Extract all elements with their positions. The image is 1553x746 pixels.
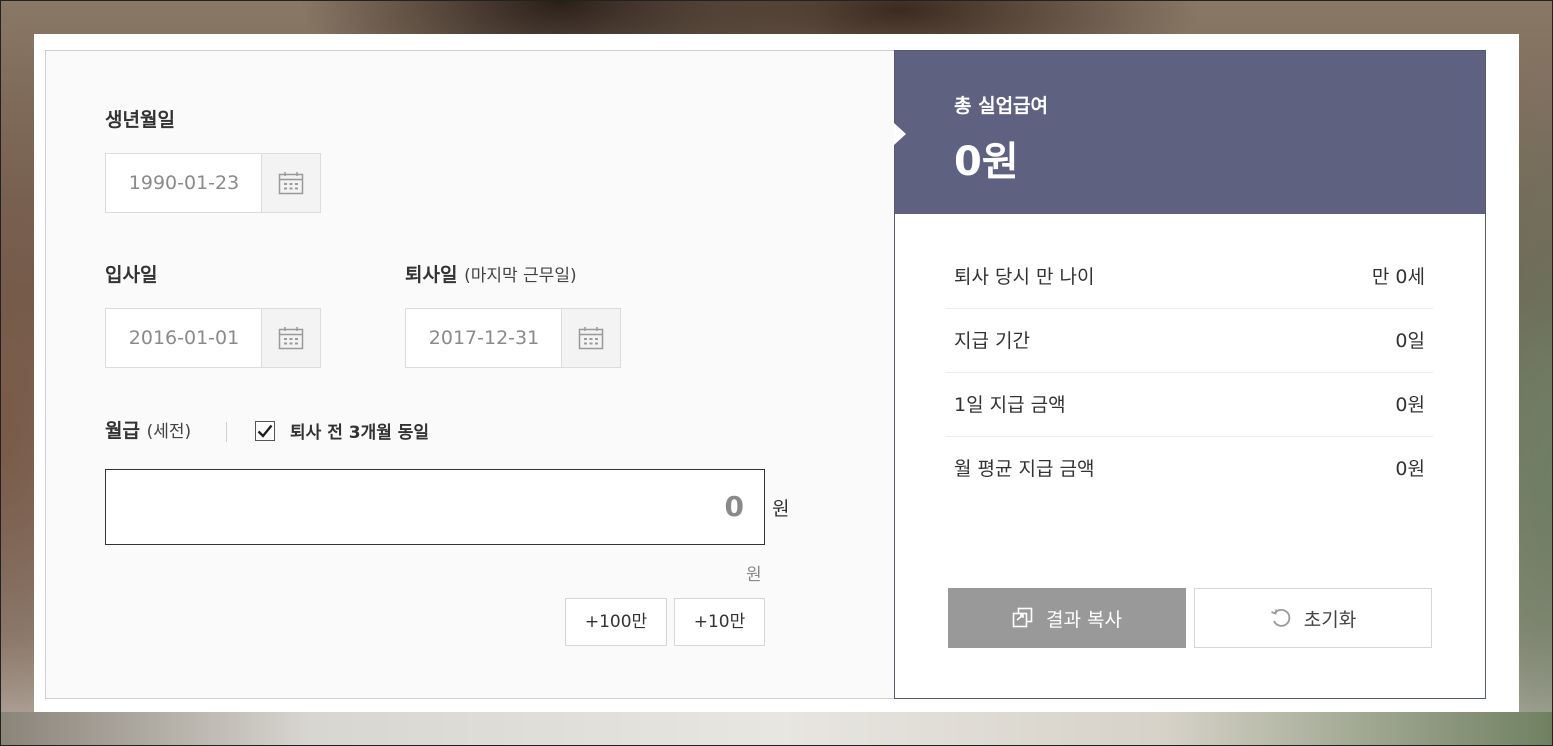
total-summary: 총 실업급여 0원 xyxy=(895,51,1485,214)
birth-label: 생년월일 xyxy=(105,109,175,131)
leave-label-sub: (마지막 근무일) xyxy=(464,266,577,286)
salary-label: 월급 (세전) xyxy=(105,420,192,442)
salary-input[interactable]: 0 xyxy=(105,469,765,545)
add-100000-button[interactable]: +10만 xyxy=(674,598,765,646)
result-key: 월 평균 지급 금액 xyxy=(954,458,1095,480)
salary-label-sub: (세전) xyxy=(146,422,192,442)
calendar-icon[interactable] xyxy=(261,309,320,367)
copy-icon xyxy=(1012,607,1033,628)
result-row-period: 지급 기간 0일 xyxy=(946,309,1433,373)
refresh-icon xyxy=(1270,608,1290,627)
add-1000000-button[interactable]: +100만 xyxy=(565,598,667,646)
copy-result-label: 결과 복사 xyxy=(1046,608,1122,631)
result-value: 0원 xyxy=(1395,394,1425,416)
calculator-card: 생년월일 1990-01-23 입사일 2016-01-01 퇴사일 (마지막 … xyxy=(34,34,1519,712)
salary-unit: 원 xyxy=(772,498,790,520)
leave-date-field[interactable]: 2017-12-31 xyxy=(405,308,621,368)
divider xyxy=(226,422,227,442)
result-panel: 총 실업급여 0원 퇴사 당시 만 나이 만 0세 지급 기간 0일 1일 지급… xyxy=(894,50,1486,699)
salary-input-value[interactable]: 0 xyxy=(725,470,744,544)
result-row-monthly: 월 평균 지급 금액 0원 xyxy=(946,437,1433,501)
input-form: 생년월일 1990-01-23 입사일 2016-01-01 퇴사일 (마지막 … xyxy=(46,51,894,698)
result-key: 퇴사 당시 만 나이 xyxy=(954,266,1095,288)
reset-label: 초기화 xyxy=(1303,608,1357,631)
copy-result-button[interactable]: 결과 복사 xyxy=(948,588,1186,648)
background-photo-bottom xyxy=(0,712,1553,746)
pointer-notch xyxy=(894,123,906,145)
result-row-age: 퇴사 당시 만 나이 만 0세 xyxy=(946,245,1433,309)
birth-date-field[interactable]: 1990-01-23 xyxy=(105,153,321,213)
result-row-daily: 1일 지급 금액 0원 xyxy=(946,373,1433,437)
join-date-value[interactable]: 2016-01-01 xyxy=(106,309,262,367)
salary-unit-hint: 원 xyxy=(746,565,762,585)
checkmark-icon xyxy=(257,424,273,438)
total-label: 총 실업급여 xyxy=(954,95,1049,117)
join-date-field[interactable]: 2016-01-01 xyxy=(105,308,321,368)
same-3months-label[interactable]: 퇴사 전 3개월 동일 xyxy=(290,418,429,443)
result-list: 퇴사 당시 만 나이 만 0세 지급 기간 0일 1일 지급 금액 0원 월 평… xyxy=(946,245,1433,501)
leave-label: 퇴사일 (마지막 근무일) xyxy=(405,264,577,286)
calendar-icon[interactable] xyxy=(261,154,320,212)
calendar-icon[interactable] xyxy=(561,309,620,367)
birth-date-value[interactable]: 1990-01-23 xyxy=(106,154,262,212)
result-value: 0일 xyxy=(1395,330,1425,352)
leave-date-value[interactable]: 2017-12-31 xyxy=(406,309,562,367)
join-label: 입사일 xyxy=(105,264,158,286)
result-key: 1일 지급 금액 xyxy=(954,394,1066,416)
same-3months-checkbox[interactable] xyxy=(255,421,275,441)
result-value: 만 0세 xyxy=(1371,266,1425,288)
calculator-panel: 생년월일 1990-01-23 입사일 2016-01-01 퇴사일 (마지막 … xyxy=(45,50,1486,699)
total-value: 0원 xyxy=(954,139,1019,185)
reset-button[interactable]: 초기화 xyxy=(1194,588,1432,648)
result-key: 지급 기간 xyxy=(954,330,1030,352)
result-value: 0원 xyxy=(1395,458,1425,480)
